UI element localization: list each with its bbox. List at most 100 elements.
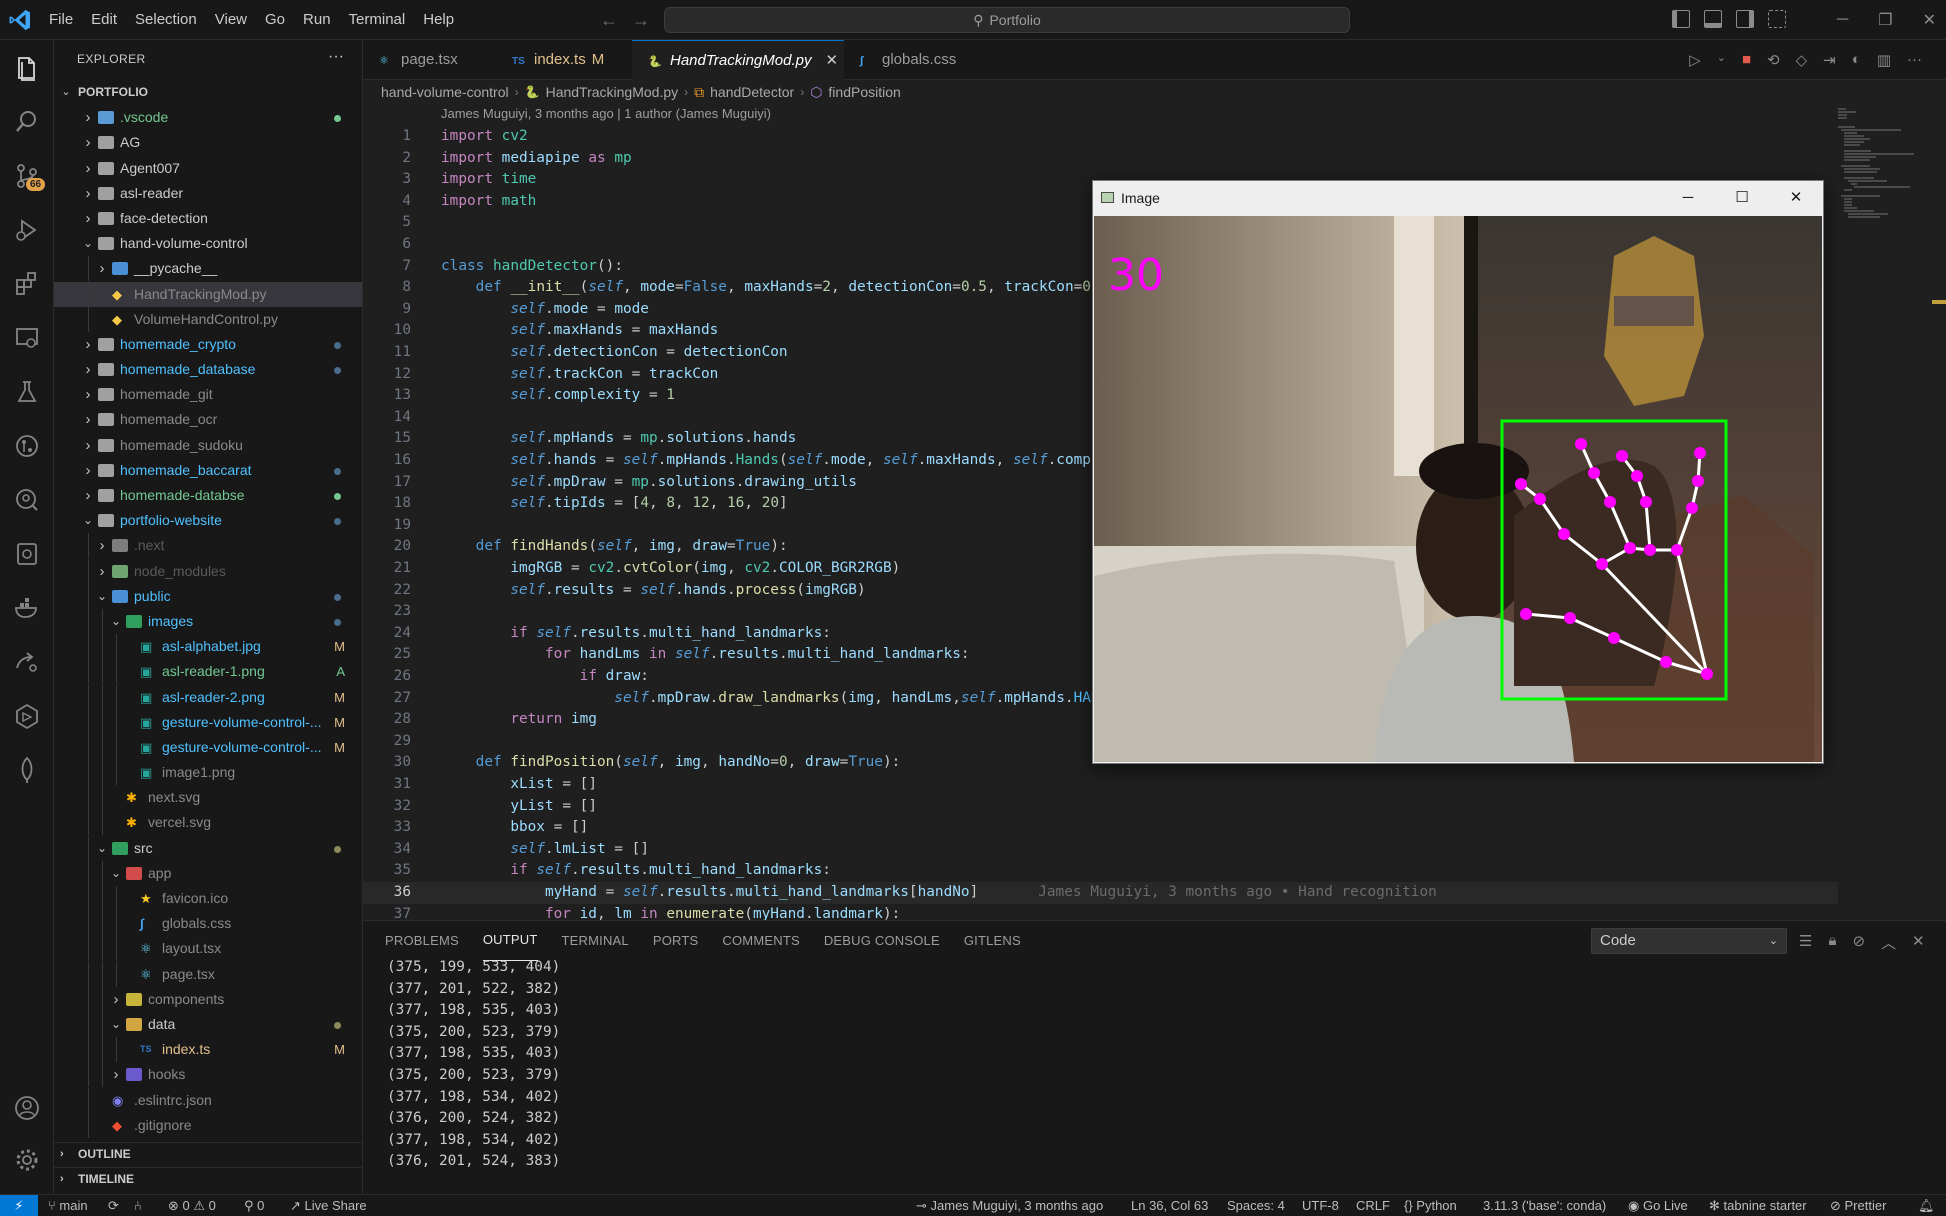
tab-handtrackingmod-py[interactable]: 🐍 HandTrackingMod.py ✕ bbox=[632, 40, 844, 80]
maximize-icon[interactable]: ☐ bbox=[1715, 181, 1769, 215]
next-change-icon[interactable]: ⇥ bbox=[1823, 51, 1836, 69]
toggle-primary-sidebar-icon[interactable] bbox=[1672, 10, 1690, 28]
notifications-bell-icon[interactable]: 🔔︎ bbox=[1918, 1195, 1935, 1216]
folder-item[interactable]: › .next bbox=[54, 533, 362, 559]
line-number[interactable]: 3 bbox=[363, 169, 411, 191]
line-number[interactable]: 22 bbox=[363, 580, 411, 602]
command-center-search[interactable]: ⚲ Portfolio bbox=[664, 7, 1350, 33]
folder-item[interactable]: › AG bbox=[54, 130, 362, 155]
restore-icon[interactable]: ❐ bbox=[1878, 10, 1892, 30]
breadcrumb-method[interactable]: findPosition bbox=[828, 84, 900, 100]
folder-item[interactable]: › homemade_baccarat bbox=[54, 458, 362, 483]
image-window-titlebar[interactable]: Image ─ ☐ ✕ bbox=[1093, 181, 1823, 215]
folder-item[interactable]: › homemade_ocr bbox=[54, 407, 362, 432]
packages-icon[interactable] bbox=[13, 702, 41, 730]
tab-ports[interactable]: PORTS bbox=[653, 921, 699, 961]
tab-gitlens[interactable]: GITLENS bbox=[964, 921, 1021, 961]
file-item[interactable]: ▣ asl-alphabet.jpg M bbox=[54, 634, 362, 660]
timeline-section[interactable]: › TIMELINE bbox=[54, 1167, 362, 1189]
lock-icon[interactable]: 🔒︎ bbox=[1828, 932, 1836, 953]
minimize-icon[interactable]: ─ bbox=[1661, 181, 1715, 215]
folder-item[interactable]: › Agent007 bbox=[54, 156, 362, 181]
go-live-item[interactable]: ◉ Go Live bbox=[1628, 1195, 1688, 1216]
branch-item[interactable]: ⑂ main bbox=[48, 1195, 88, 1216]
accounts-icon[interactable] bbox=[13, 1094, 41, 1122]
menu-view[interactable]: View bbox=[206, 0, 256, 40]
live-share-item[interactable]: ↗ Live Share bbox=[290, 1195, 367, 1216]
database-icon[interactable] bbox=[13, 540, 41, 568]
problems-item[interactable]: ⊗ 0 ⚠ 0 bbox=[168, 1195, 216, 1216]
file-item[interactable]: ▣ image1.png bbox=[54, 760, 362, 786]
line-number[interactable]: 23 bbox=[363, 601, 411, 623]
folder-item[interactable]: ⌄ data bbox=[54, 1011, 362, 1037]
folder-item[interactable]: › .vscode bbox=[54, 105, 362, 130]
line-number[interactable]: 26 bbox=[363, 666, 411, 688]
search-icon[interactable] bbox=[13, 108, 41, 136]
minimap[interactable] bbox=[1838, 104, 1928, 920]
explorer-icon[interactable] bbox=[13, 54, 41, 82]
folder-item[interactable]: › hooks bbox=[54, 1062, 362, 1088]
end-of-line[interactable]: CRLF bbox=[1356, 1195, 1390, 1216]
menu-file[interactable]: File bbox=[40, 0, 82, 40]
split-editor-icon[interactable]: ▥ bbox=[1877, 51, 1891, 69]
image-window[interactable]: Image ─ ☐ ✕ 30 bbox=[1092, 180, 1824, 764]
line-number[interactable]: 25 bbox=[363, 644, 411, 666]
toggle-panel-icon[interactable] bbox=[1704, 10, 1722, 28]
line-number[interactable]: 15 bbox=[363, 428, 411, 450]
folder-item[interactable]: › homemade_database bbox=[54, 357, 362, 382]
menu-help[interactable]: Help bbox=[414, 0, 463, 40]
folder-item[interactable]: › asl-reader bbox=[54, 181, 362, 206]
folder-item[interactable]: › node_modules bbox=[54, 558, 362, 584]
folder-item[interactable]: ⌄ images bbox=[54, 608, 362, 634]
clear-output-icon[interactable]: ⊘ bbox=[1852, 932, 1865, 953]
python-interpreter[interactable]: 3.11.3 ('base': conda) bbox=[1483, 1195, 1606, 1216]
filter-list-icon[interactable]: ☰ bbox=[1799, 932, 1812, 953]
folder-item[interactable]: › homemade-databse bbox=[54, 483, 362, 508]
folder-item[interactable]: ⌄ public bbox=[54, 583, 362, 609]
tab-comments[interactable]: COMMENTS bbox=[722, 921, 799, 961]
tab-output[interactable]: OUTPUT bbox=[482, 921, 538, 961]
file-item[interactable]: ▣ asl-reader-2.png M bbox=[54, 684, 362, 710]
extensions-icon[interactable] bbox=[13, 270, 41, 298]
tab-debug-console[interactable]: DEBUG CONSOLE bbox=[824, 921, 940, 961]
file-item[interactable]: ✱ vercel.svg bbox=[54, 810, 362, 836]
line-number[interactable]: 4 bbox=[363, 191, 411, 213]
remote-indicator-icon[interactable]: ⚡ bbox=[0, 1195, 38, 1216]
language-mode[interactable]: {} Python bbox=[1404, 1195, 1457, 1216]
file-item[interactable]: ⚛ layout.tsx bbox=[54, 936, 362, 962]
code-line[interactable]: 36 myHand = self.results.multi_hand_land… bbox=[363, 882, 1838, 904]
testing-icon[interactable] bbox=[13, 378, 41, 406]
line-number[interactable]: 21 bbox=[363, 558, 411, 580]
line-number[interactable]: 17 bbox=[363, 472, 411, 494]
line-number[interactable]: 28 bbox=[363, 709, 411, 731]
file-item[interactable]: ★ favicon.ico bbox=[54, 886, 362, 911]
blame-header[interactable]: James Muguiyi, 3 months ago | 1 author (… bbox=[441, 106, 771, 121]
ports-item[interactable]: ⚲ 0 bbox=[244, 1195, 264, 1216]
folder-item[interactable]: › homemade_sudoku bbox=[54, 433, 362, 458]
file-item[interactable]: ▣ gesture-volume-control-... M bbox=[54, 709, 362, 735]
close-icon[interactable]: ✕ bbox=[1923, 10, 1936, 30]
live-share-icon[interactable] bbox=[13, 648, 41, 676]
line-number[interactable]: 9 bbox=[363, 299, 411, 321]
line-number[interactable]: 8 bbox=[363, 277, 411, 299]
tab-index-ts[interactable]: TS index.ts M bbox=[496, 40, 632, 80]
tab-globals-css[interactable]: ∫ globals.css bbox=[844, 40, 980, 80]
folder-item[interactable]: › face-detection bbox=[54, 206, 362, 231]
folder-item[interactable]: ⌄ portfolio-website bbox=[54, 508, 362, 533]
line-number[interactable]: 6 bbox=[363, 234, 411, 256]
line-number[interactable]: 20 bbox=[363, 536, 411, 558]
line-number[interactable]: 27 bbox=[363, 688, 411, 710]
menu-edit[interactable]: Edit bbox=[82, 0, 126, 40]
sync-icon[interactable]: ⟳ bbox=[108, 1195, 119, 1216]
line-number[interactable]: 10 bbox=[363, 320, 411, 342]
vscode-logo-icon[interactable] bbox=[8, 8, 32, 32]
gitlens-icon[interactable] bbox=[13, 486, 41, 514]
menu-go[interactable]: Go bbox=[256, 0, 294, 40]
file-item[interactable]: ▣ asl-reader-1.png A bbox=[54, 659, 362, 685]
file-item[interactable]: ◉ .eslintrc.json bbox=[54, 1087, 362, 1113]
file-item[interactable]: ◆ .gitignore bbox=[54, 1112, 362, 1138]
inline-blame-annotation[interactable]: James Muguiyi, 3 months ago • Hand recog… bbox=[1038, 884, 1437, 900]
line-number[interactable]: 12 bbox=[363, 364, 411, 386]
minimize-icon[interactable]: ─ bbox=[1837, 11, 1848, 29]
more-actions-icon[interactable]: ··· bbox=[328, 48, 344, 66]
